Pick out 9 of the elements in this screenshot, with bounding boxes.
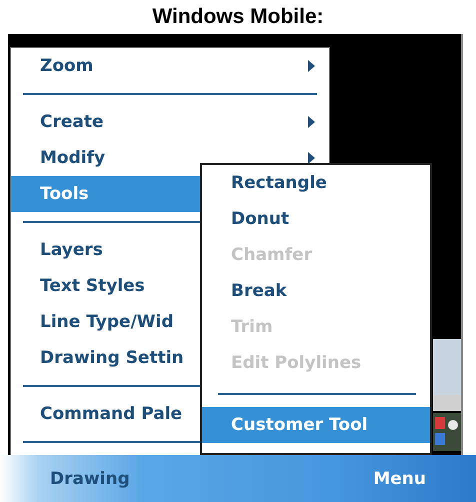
softkey[interactable]: Drawing xyxy=(50,468,130,488)
submenu-arrow-icon xyxy=(308,60,315,72)
submenu-arrow-icon xyxy=(308,116,315,128)
caption: Windows Mobile: xyxy=(152,5,324,29)
menu-item[interactable]: Zoom xyxy=(11,48,329,84)
softkey[interactable]: Menu xyxy=(373,468,426,488)
submenu-arrow-icon xyxy=(308,152,315,164)
menu-item[interactable]: Break xyxy=(202,273,430,309)
menu-item[interactable]: Create xyxy=(11,104,329,140)
